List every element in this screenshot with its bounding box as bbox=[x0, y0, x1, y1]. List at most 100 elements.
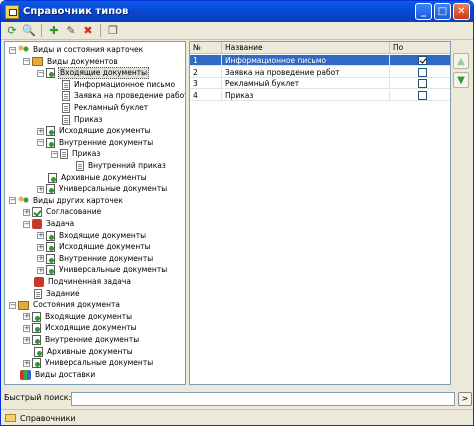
document-icon bbox=[62, 79, 70, 90]
cell-name: Приказ bbox=[222, 89, 390, 101]
tree-node[interactable]: + Универсальные документы bbox=[37, 184, 168, 195]
document-group-icon bbox=[46, 253, 55, 264]
expand-toggle[interactable]: + bbox=[37, 185, 44, 193]
expand-toggle[interactable]: + bbox=[23, 208, 30, 216]
tree-node-label: Внутренние документы bbox=[59, 137, 154, 147]
tree-node[interactable]: + Универсальные документы bbox=[23, 358, 154, 369]
document-group-icon bbox=[46, 242, 55, 253]
expand-toggle[interactable]: + bbox=[23, 359, 30, 367]
tree-node-label: Универсальные документы bbox=[59, 184, 168, 194]
default-checkbox[interactable] bbox=[418, 79, 427, 88]
tree-node[interactable]: + Исходящие документы bbox=[23, 323, 138, 334]
tree-node[interactable]: + Универсальные документы bbox=[37, 265, 168, 276]
column-header-number[interactable]: № bbox=[190, 42, 222, 54]
status-text: Справочники bbox=[20, 413, 76, 423]
tree-node[interactable]: Задание bbox=[23, 288, 81, 299]
tree-node-label: Универсальные документы bbox=[59, 265, 168, 275]
search-icon[interactable]: 🔍 bbox=[21, 23, 37, 39]
edit-icon[interactable]: ✎ bbox=[63, 23, 79, 39]
tree-node[interactable]: Архивные документы bbox=[23, 346, 134, 357]
collapse-toggle[interactable]: − bbox=[9, 301, 16, 309]
window-controls: _ □ ✕ bbox=[415, 3, 470, 20]
tree-node[interactable]: Рекламный буклет bbox=[51, 103, 149, 113]
tree-node-label: Согласование bbox=[46, 207, 102, 217]
search-go-button[interactable]: > bbox=[458, 392, 472, 406]
expand-toggle[interactable]: + bbox=[37, 243, 44, 251]
table-row[interactable]: 1 Информационное письмо bbox=[190, 55, 450, 66]
tree-node[interactable]: + Согласование bbox=[23, 207, 102, 218]
tree-node[interactable]: + Внутренние документы bbox=[37, 253, 154, 264]
tree-node-label: Внутренние документы bbox=[45, 335, 140, 344]
tree-node[interactable]: − Входящие документы bbox=[37, 67, 150, 80]
document-group-icon bbox=[46, 126, 55, 137]
move-up-icon[interactable]: ▲ bbox=[453, 53, 469, 69]
expand-toggle[interactable]: + bbox=[23, 336, 30, 344]
tree-node[interactable]: − Виды документов bbox=[23, 57, 119, 67]
column-header-name[interactable]: Название bbox=[222, 42, 390, 54]
tree-node[interactable]: Информационное письмо bbox=[51, 79, 176, 90]
cell-name: Рекламный буклет bbox=[222, 78, 390, 89]
default-checkbox[interactable] bbox=[418, 67, 427, 77]
tree-node[interactable]: − Виды и состояния карточек bbox=[9, 45, 144, 55]
tree-node[interactable]: + Исходящие документы bbox=[37, 126, 152, 137]
document-group-icon bbox=[34, 346, 43, 357]
quick-search-input[interactable] bbox=[71, 392, 455, 406]
tree-node[interactable]: Заявка на проведение работ bbox=[51, 91, 186, 102]
card-types-icon bbox=[18, 195, 29, 206]
types-grid[interactable]: № Название По умолчанию 1Информационное … bbox=[189, 41, 451, 385]
quick-search-bar: Быстрый поиск: > bbox=[1, 390, 473, 408]
minimize-button[interactable]: _ bbox=[415, 3, 432, 20]
document-icon bbox=[60, 149, 68, 160]
table-row[interactable]: 4 Приказ bbox=[190, 89, 450, 101]
table-row[interactable]: 2 Заявка на проведение работ bbox=[190, 66, 450, 78]
collapse-toggle[interactable]: − bbox=[37, 69, 44, 77]
tree-node-label: Исходящие документы bbox=[59, 242, 151, 252]
expand-toggle[interactable]: + bbox=[37, 255, 44, 263]
tree-node[interactable]: − Состояния документа bbox=[9, 300, 121, 310]
toolbar-separator bbox=[100, 24, 101, 37]
table-row[interactable]: 3 Рекламный буклет bbox=[190, 78, 450, 89]
add-icon[interactable]: ✚ bbox=[46, 23, 62, 39]
tree-node[interactable]: + Входящие документы bbox=[37, 230, 147, 241]
delete-icon[interactable]: ✖ bbox=[80, 23, 96, 39]
tree-node[interactable]: Архивные документы bbox=[37, 172, 148, 183]
refresh-icon[interactable]: ⟳ bbox=[4, 23, 20, 39]
tree-node[interactable]: − Виды других карточек bbox=[9, 195, 124, 206]
collapse-toggle[interactable]: − bbox=[23, 220, 30, 228]
tree-node[interactable]: Приказ bbox=[51, 114, 103, 125]
tree-node[interactable]: − Внутренние документы bbox=[37, 137, 154, 148]
default-checkbox[interactable] bbox=[418, 56, 427, 65]
maximize-button[interactable]: □ bbox=[434, 3, 451, 20]
collapse-toggle[interactable]: − bbox=[23, 58, 30, 66]
tree-node[interactable]: Внутренний приказ bbox=[65, 161, 167, 171]
tree-node-label: Заявка на проведение работ bbox=[74, 91, 186, 101]
tree-node[interactable]: − Приказ bbox=[51, 149, 101, 160]
tree-node[interactable]: Виды доставки bbox=[9, 369, 96, 380]
column-header-default[interactable]: По умолчанию bbox=[390, 42, 450, 64]
collapse-toggle[interactable]: − bbox=[37, 139, 44, 147]
tree-node[interactable]: Подчиненная задача bbox=[23, 277, 132, 287]
expand-toggle[interactable]: + bbox=[37, 127, 44, 135]
collapse-toggle[interactable]: − bbox=[9, 46, 16, 54]
box-icon bbox=[18, 300, 29, 310]
expand-toggle[interactable]: + bbox=[23, 313, 30, 321]
copy-icon[interactable]: ❐ bbox=[105, 23, 121, 39]
tree-node-label: Универсальные документы bbox=[45, 358, 154, 368]
tree-view[interactable]: − Виды и состояния карточек − Виды документ… bbox=[4, 41, 186, 385]
tree-node[interactable]: + Исходящие документы bbox=[37, 242, 152, 253]
expand-toggle[interactable]: + bbox=[37, 232, 44, 240]
move-down-icon[interactable]: ▼ bbox=[453, 72, 469, 88]
default-checkbox[interactable] bbox=[418, 90, 427, 100]
title-bar[interactable]: Справочник типов _ □ ✕ bbox=[1, 1, 473, 22]
collapse-toggle[interactable]: − bbox=[51, 150, 58, 158]
tree-node[interactable]: + Входящие документы bbox=[23, 311, 133, 322]
close-button[interactable]: ✕ bbox=[453, 3, 470, 20]
delivery-icon bbox=[20, 369, 31, 380]
expand-toggle[interactable]: + bbox=[23, 324, 30, 332]
document-icon bbox=[34, 288, 42, 299]
expand-toggle[interactable]: + bbox=[37, 266, 44, 274]
tree-node[interactable]: + Внутренние документы bbox=[23, 335, 140, 345]
tree-node[interactable]: − Задача bbox=[23, 219, 75, 229]
collapse-toggle[interactable]: − bbox=[9, 197, 16, 205]
window-title: Справочник типов bbox=[23, 6, 129, 17]
